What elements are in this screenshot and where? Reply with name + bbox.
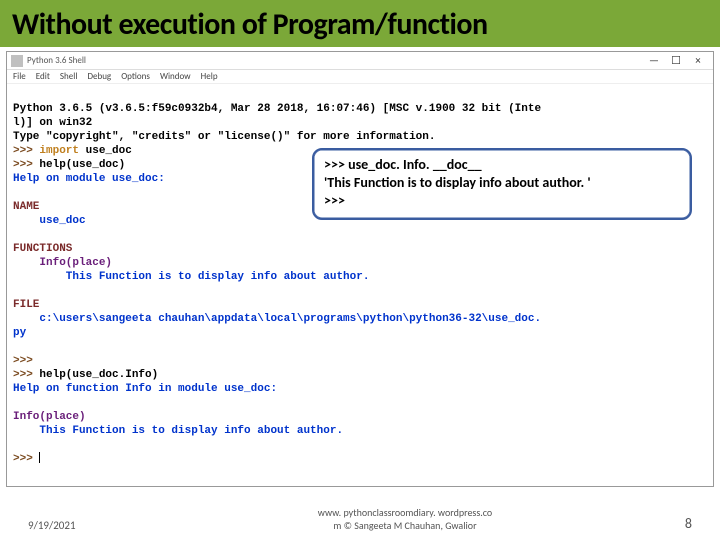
section-name: NAME bbox=[13, 201, 39, 213]
help-call: help(use_doc.Info) bbox=[39, 369, 158, 381]
callout-line: >>> bbox=[324, 192, 680, 210]
maximize-button[interactable]: ☐ bbox=[665, 54, 687, 67]
prompt[interactable]: >>> bbox=[13, 453, 39, 465]
window-titlebar: Python 3.6 Shell — ☐ × bbox=[7, 52, 713, 70]
footer-center: www. pythonclassroomdiary. wordpress.co … bbox=[148, 506, 662, 532]
footer-date: 9/19/2021 bbox=[28, 519, 148, 532]
footer: 9/19/2021 www. pythonclassroomdiary. wor… bbox=[0, 506, 720, 532]
banner-line: l)] on win32 bbox=[13, 117, 92, 129]
function-doc: This Function is to display info about a… bbox=[13, 271, 369, 283]
slide: Without execution of Program/function Py… bbox=[0, 0, 720, 540]
title-bar: Without execution of Program/function bbox=[0, 0, 720, 47]
text-cursor bbox=[39, 452, 40, 463]
keyword-import: import bbox=[39, 145, 79, 157]
menu-debug[interactable]: Debug bbox=[87, 71, 111, 82]
slide-title: Without execution of Program/function bbox=[12, 6, 708, 43]
section-functions: FUNCTIONS bbox=[13, 243, 72, 255]
function-signature: Info(place) bbox=[13, 257, 112, 269]
console-output: Python 3.6.5 (v3.6.5:f59c0932b4, Mar 28 … bbox=[7, 84, 713, 486]
menu-shell[interactable]: Shell bbox=[60, 71, 77, 82]
banner-line: Python 3.6.5 (v3.6.5:f59c0932b4, Mar 28 … bbox=[13, 103, 541, 115]
section-file: FILE bbox=[13, 299, 39, 311]
prompt: >>> bbox=[13, 369, 39, 381]
menu-options[interactable]: Options bbox=[121, 71, 150, 82]
file-ext: py bbox=[13, 327, 26, 339]
close-button[interactable]: × bbox=[687, 54, 709, 67]
callout-line: 'This Function is to display info about … bbox=[324, 174, 680, 192]
function-doc: This Function is to display info about a… bbox=[13, 425, 343, 437]
footer-copyright: m © Sangeeta M Chauhan, Gwalior bbox=[148, 519, 662, 532]
footer-url: www. pythonclassroomdiary. wordpress.co bbox=[148, 506, 662, 519]
menu-bar: File Edit Shell Debug Options Window Hel… bbox=[7, 70, 713, 84]
window-title: Python 3.6 Shell bbox=[27, 55, 86, 66]
menu-edit[interactable]: Edit bbox=[36, 71, 50, 82]
prompt: >>> bbox=[13, 355, 39, 367]
menu-file[interactable]: File bbox=[13, 71, 26, 82]
page-number: 8 bbox=[662, 515, 692, 532]
shell-window: Python 3.6 Shell — ☐ × File Edit Shell D… bbox=[6, 51, 714, 487]
menu-help[interactable]: Help bbox=[201, 71, 218, 82]
file-path: c:\users\sangeeta chauhan\appdata\local\… bbox=[13, 313, 541, 325]
module-name-value: use_doc bbox=[13, 215, 86, 227]
help-call: help(use_doc) bbox=[39, 159, 125, 171]
help-header: Help on function Info in module use_doc: bbox=[13, 383, 277, 395]
prompt: >>> bbox=[13, 159, 39, 171]
menu-window[interactable]: Window bbox=[160, 71, 191, 82]
help-header: Help on module use_doc: bbox=[13, 173, 165, 185]
callout-line: >>> use_doc. Info. __doc__ bbox=[324, 156, 680, 174]
banner-line: Type "copyright", "credits" or "license(… bbox=[13, 131, 435, 143]
function-signature: Info(place) bbox=[13, 411, 86, 423]
app-icon bbox=[11, 55, 23, 67]
prompt: >>> bbox=[13, 145, 39, 157]
callout-box: >>> use_doc. Info. __doc__ 'This Functio… bbox=[312, 148, 692, 220]
minimize-button[interactable]: — bbox=[643, 54, 665, 67]
module-name: use_doc bbox=[79, 145, 132, 157]
